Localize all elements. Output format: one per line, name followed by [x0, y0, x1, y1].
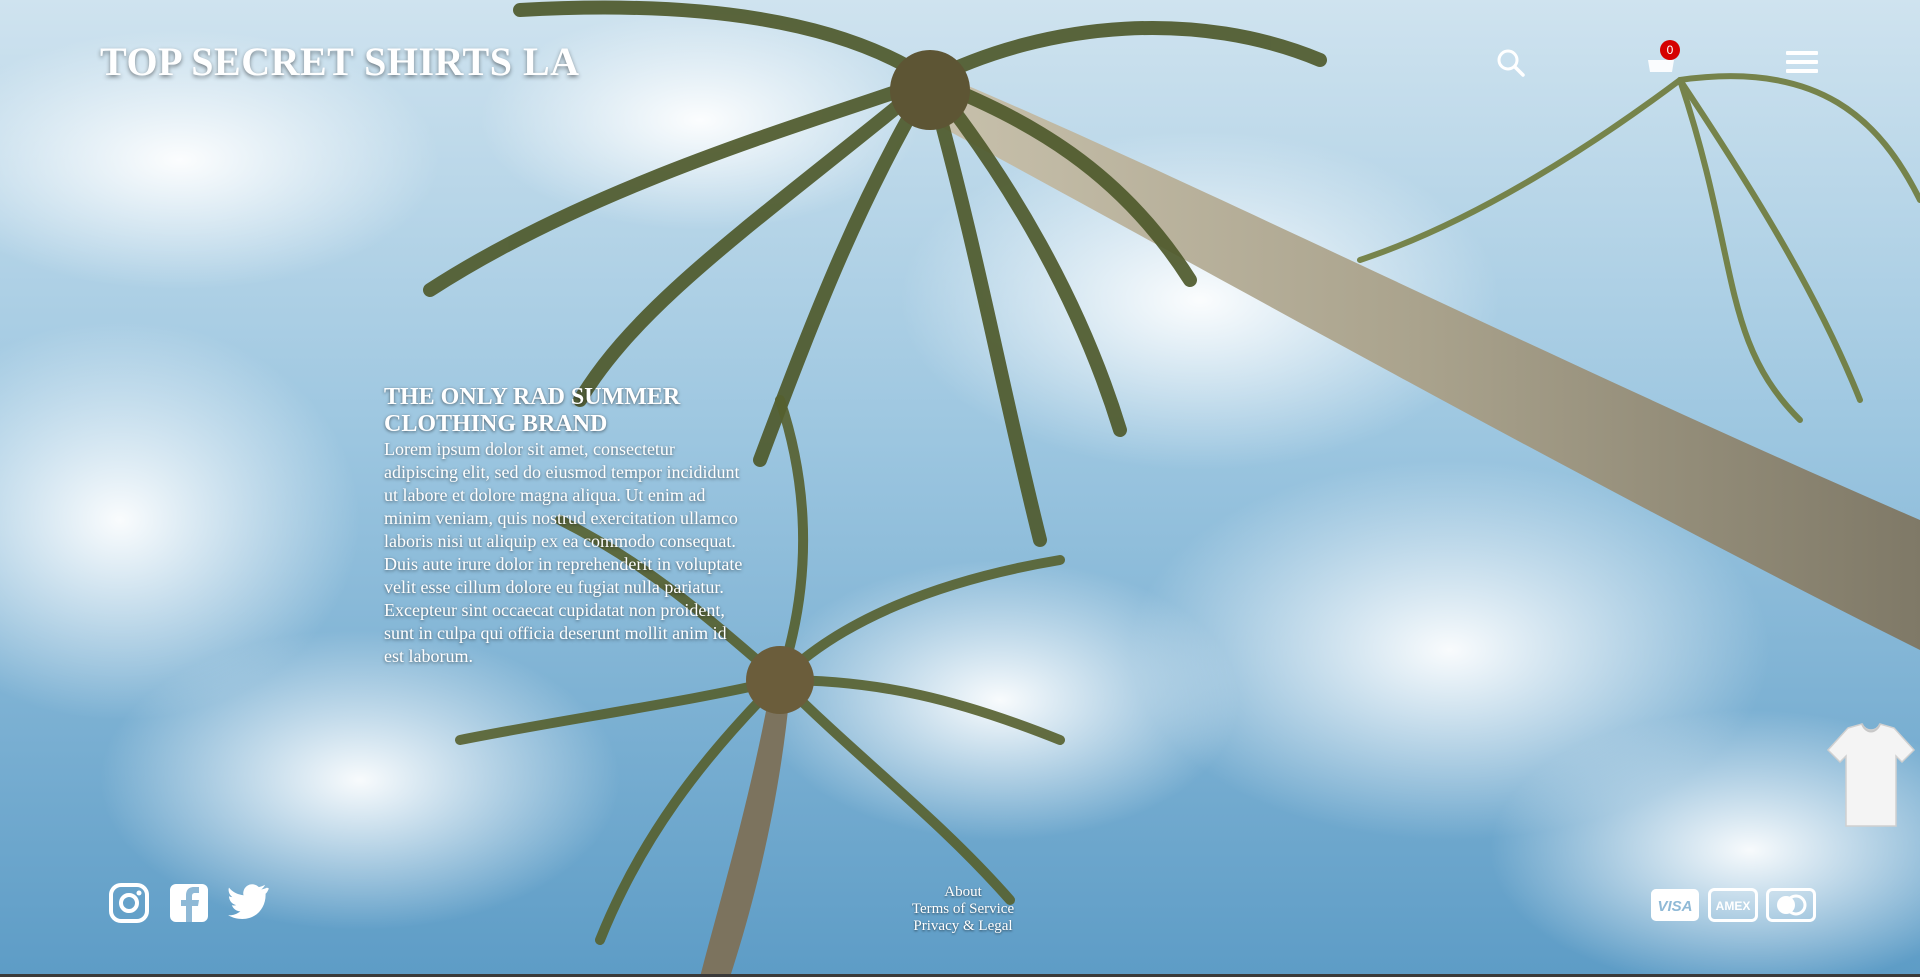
visa-label: VISA: [1657, 898, 1692, 915]
hero-description-line: Lorem ipsum dolor sit amet, consectetur: [384, 439, 675, 459]
search-icon: [1497, 49, 1525, 77]
hero-text-block: THE ONLY RAD SUMMER CLOTHING BRAND Lorem…: [384, 384, 784, 668]
hero-description-line: Excepteur sint occaecat cupidatat non pr…: [384, 600, 725, 620]
amex-card-icon: AMEX: [1708, 888, 1758, 922]
hero-description-line: laboris nisi ut aliquip ex ea commodo co…: [384, 531, 736, 551]
hero-description-line: est laborum.: [384, 646, 473, 666]
cart-count-badge: 0: [1660, 40, 1680, 60]
footer-link-privacy[interactable]: Privacy & Legal: [888, 918, 1038, 935]
amex-label: AMEX: [1716, 899, 1751, 913]
site-brand-logo[interactable]: TOP SECRET SHIRTS LA: [100, 38, 580, 85]
facebook-link[interactable]: [168, 882, 210, 924]
hero-description-line: adipiscing elit, sed do eiusmod tempor i…: [384, 462, 740, 482]
instagram-icon: [109, 883, 149, 923]
search-button[interactable]: [1496, 48, 1526, 78]
tshirt-product-thumbnail[interactable]: [1826, 722, 1916, 828]
cart-button[interactable]: 0: [1644, 40, 1684, 78]
hero-title-line-2: CLOTHING BRAND: [384, 411, 608, 437]
hero-description-line: Duis aute irure dolor in reprehenderit i…: [384, 554, 743, 574]
twitter-icon: [228, 884, 269, 919]
mastercard-icon: [1766, 888, 1816, 922]
hero-title-line-1: THE ONLY RAD SUMMER: [384, 384, 681, 410]
facebook-icon: [170, 884, 208, 922]
footer-links: About Terms of Service Privacy & Legal: [888, 884, 1038, 935]
twitter-link[interactable]: [228, 882, 270, 924]
instagram-link[interactable]: [108, 882, 150, 924]
hero-background-palm-trees: [0, 0, 1920, 977]
hero-description-line: minim veniam, quis nostrud exercitation …: [384, 508, 738, 528]
menu-button[interactable]: [1786, 50, 1818, 74]
hero-description-line: ut labore et dolore magna aliqua. Ut eni…: [384, 485, 706, 505]
hero-title: THE ONLY RAD SUMMER CLOTHING BRAND: [384, 384, 784, 438]
hamburger-menu-icon: [1786, 51, 1818, 73]
visa-card-icon: VISA: [1651, 889, 1699, 921]
hero-description-line: velit esse cillum dolore eu fugiat nulla…: [384, 577, 724, 597]
footer-link-terms[interactable]: Terms of Service: [888, 901, 1038, 918]
hero-description-line: sunt in culpa qui officia deserunt molli…: [384, 623, 727, 643]
footer-link-about[interactable]: About: [888, 884, 1038, 901]
hero-description: Lorem ipsum dolor sit amet, consectetur …: [384, 438, 784, 668]
